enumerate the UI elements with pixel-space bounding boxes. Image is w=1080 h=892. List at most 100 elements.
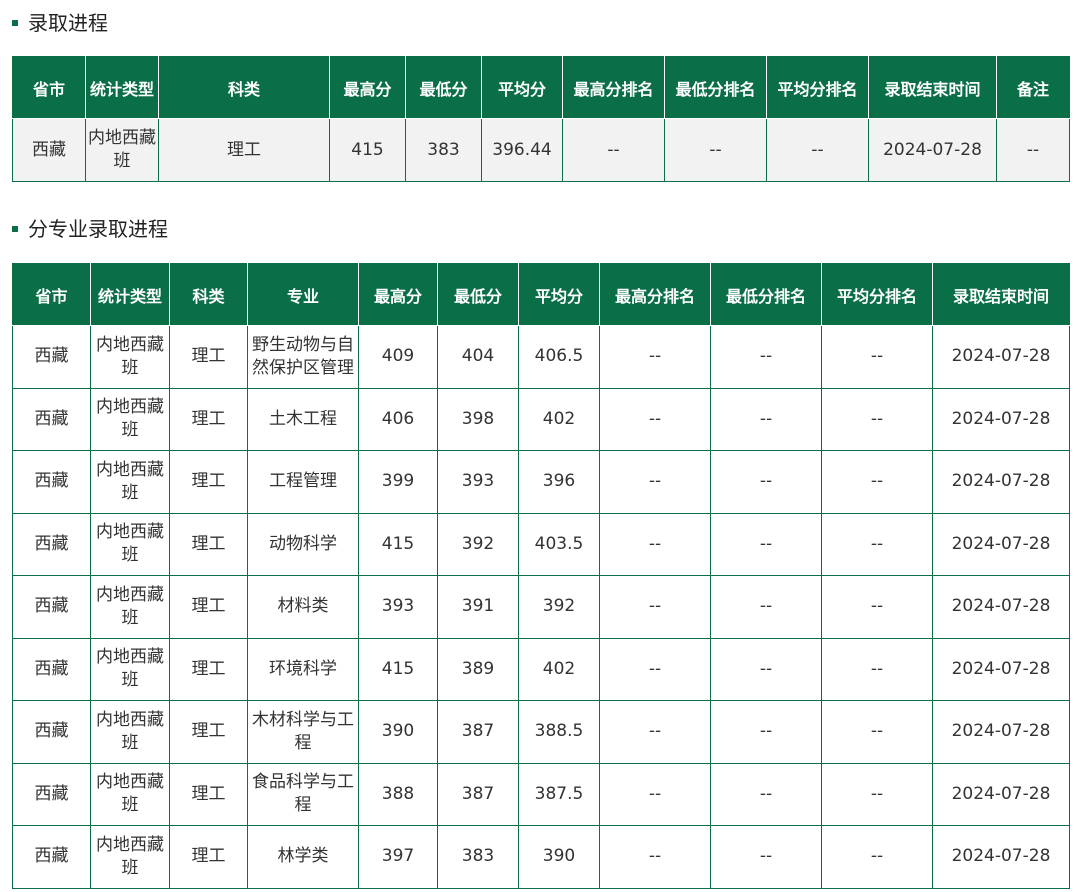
cell-avg-score: 388.5 — [518, 700, 600, 764]
cell-end-date: 2024-07-28 — [868, 118, 997, 182]
cell-min-score: 404 — [437, 325, 519, 389]
table-header-row: 省市 统计类型 科类 专业 最高分 最低分 平均分 最高分排名 最低分排名 平均… — [12, 263, 1070, 326]
cell-stat-type: 内地西藏班 — [90, 825, 170, 889]
cell-province: 西藏 — [12, 387, 91, 451]
col-header-remarks: 备注 — [996, 56, 1070, 119]
cell-major: 动物科学 — [247, 512, 359, 576]
cell-stat-type: 内地西藏班 — [90, 512, 170, 576]
cell-avg-score: 402 — [518, 637, 600, 701]
cell-end-date: 2024-07-28 — [932, 825, 1070, 889]
col-header-avg-score: 平均分 — [518, 263, 600, 326]
cell-max-score: 409 — [358, 325, 438, 389]
cell-avg-score: 403.5 — [518, 512, 600, 576]
cell-min-rank: -- — [710, 325, 822, 389]
cell-stat-type: 内地西藏班 — [90, 387, 170, 451]
cell-avg-rank: -- — [821, 762, 933, 826]
cell-end-date: 2024-07-28 — [932, 762, 1070, 826]
cell-end-date: 2024-07-28 — [932, 450, 1070, 514]
cell-end-date: 2024-07-28 — [932, 512, 1070, 576]
col-header-min-rank: 最低分排名 — [710, 263, 822, 326]
cell-avg-rank: -- — [821, 387, 933, 451]
cell-min-score: 387 — [437, 762, 519, 826]
cell-category: 理工 — [158, 118, 330, 182]
cell-category: 理工 — [169, 762, 248, 826]
cell-max-score: 415 — [358, 637, 438, 701]
cell-stat-type: 内地西藏班 — [85, 118, 159, 182]
major-admission-table: 省市 统计类型 科类 专业 最高分 最低分 平均分 最高分排名 最低分排名 平均… — [12, 263, 1070, 889]
cell-major: 野生动物与自然保护区管理 — [247, 325, 359, 389]
cell-stat-type: 内地西藏班 — [90, 700, 170, 764]
cell-category: 理工 — [169, 575, 248, 639]
table-row: 西藏 内地西藏班 理工 415 383 396.44 -- -- -- 2024… — [12, 118, 1070, 182]
cell-major: 土木工程 — [247, 387, 359, 451]
cell-major: 木材科学与工程 — [247, 700, 359, 764]
table-row: 西藏 内地西藏班 理工 食品科学与工程 388 387 387.5 -- -- -- 2024-07… — [12, 762, 1070, 826]
cell-end-date: 2024-07-28 — [932, 700, 1070, 764]
table-row: 西藏 内地西藏班 理工 土木工程 406 398 402 -- -- -- 2024-07-28 — [12, 387, 1070, 451]
cell-avg-score: 392 — [518, 575, 600, 639]
section-title-text: 录取进程 — [28, 11, 108, 35]
table-row: 西藏 内地西藏班 理工 野生动物与自然保护区管理 409 404 406.5 -- -- -- 20… — [12, 325, 1070, 389]
cell-major: 林学类 — [247, 825, 359, 889]
cell-min-score: 387 — [437, 700, 519, 764]
cell-province: 西藏 — [12, 825, 91, 889]
table-row: 西藏 内地西藏班 理工 木材科学与工程 390 387 388.5 -- -- -- 2024-07… — [12, 700, 1070, 764]
cell-avg-score: 387.5 — [518, 762, 600, 826]
cell-max-score: 393 — [358, 575, 438, 639]
cell-province: 西藏 — [12, 450, 91, 514]
table-row: 西藏 内地西藏班 理工 动物科学 415 392 403.5 -- -- -- 2024-07-28 — [12, 512, 1070, 576]
cell-province: 西藏 — [12, 762, 91, 826]
section-title-major-admission-progress: 分专业录取进程 — [12, 215, 168, 243]
col-header-min-score: 最低分 — [405, 56, 482, 119]
cell-max-score: 388 — [358, 762, 438, 826]
cell-end-date: 2024-07-28 — [932, 575, 1070, 639]
cell-min-rank: -- — [710, 512, 822, 576]
col-header-category: 科类 — [158, 56, 330, 119]
table-header-row: 省市 统计类型 科类 最高分 最低分 平均分 最高分排名 最低分排名 平均分排名… — [12, 56, 1070, 119]
cell-avg-score: 396.44 — [481, 118, 563, 182]
section-title-text: 分专业录取进程 — [28, 217, 168, 241]
table-row: 西藏 内地西藏班 理工 工程管理 399 393 396 -- -- -- 2024-07-28 — [12, 450, 1070, 514]
col-header-category: 科类 — [169, 263, 248, 326]
major-table-body: 西藏 内地西藏班 理工 野生动物与自然保护区管理 409 404 406.5 -- -- -- 20… — [12, 325, 1070, 889]
cell-avg-rank: -- — [766, 118, 869, 182]
cell-remarks: -- — [996, 118, 1070, 182]
cell-max-score: 406 — [358, 387, 438, 451]
cell-min-rank: -- — [710, 762, 822, 826]
col-header-major: 专业 — [247, 263, 359, 326]
cell-category: 理工 — [169, 387, 248, 451]
table-row: 西藏 内地西藏班 理工 环境科学 415 389 402 -- -- -- 2024-07-28 — [12, 637, 1070, 701]
cell-major: 工程管理 — [247, 450, 359, 514]
cell-min-score: 393 — [437, 450, 519, 514]
cell-major: 环境科学 — [247, 637, 359, 701]
cell-stat-type: 内地西藏班 — [90, 575, 170, 639]
cell-min-score: 383 — [405, 118, 482, 182]
cell-province: 西藏 — [12, 700, 91, 764]
cell-category: 理工 — [169, 700, 248, 764]
cell-min-rank: -- — [710, 825, 822, 889]
cell-max-score: 390 — [358, 700, 438, 764]
section-title-admission-progress: 录取进程 — [12, 9, 108, 37]
col-header-end-date: 录取结束时间 — [868, 56, 997, 119]
cell-avg-rank: -- — [821, 575, 933, 639]
col-header-end-date: 录取结束时间 — [932, 263, 1070, 326]
cell-min-rank: -- — [664, 118, 767, 182]
cell-max-rank: -- — [599, 825, 711, 889]
col-header-stat-type: 统计类型 — [85, 56, 159, 119]
cell-max-rank: -- — [599, 762, 711, 826]
cell-stat-type: 内地西藏班 — [90, 450, 170, 514]
cell-max-rank: -- — [562, 118, 665, 182]
cell-avg-score: 390 — [518, 825, 600, 889]
cell-max-rank: -- — [599, 700, 711, 764]
col-header-avg-score: 平均分 — [481, 56, 563, 119]
col-header-province: 省市 — [12, 263, 91, 326]
cell-max-rank: -- — [599, 387, 711, 451]
square-bullet-icon — [12, 226, 18, 232]
cell-max-rank: -- — [599, 512, 711, 576]
cell-min-rank: -- — [710, 575, 822, 639]
cell-avg-rank: -- — [821, 825, 933, 889]
cell-end-date: 2024-07-28 — [932, 387, 1070, 451]
cell-max-score: 397 — [358, 825, 438, 889]
cell-max-rank: -- — [599, 575, 711, 639]
cell-avg-rank: -- — [821, 700, 933, 764]
